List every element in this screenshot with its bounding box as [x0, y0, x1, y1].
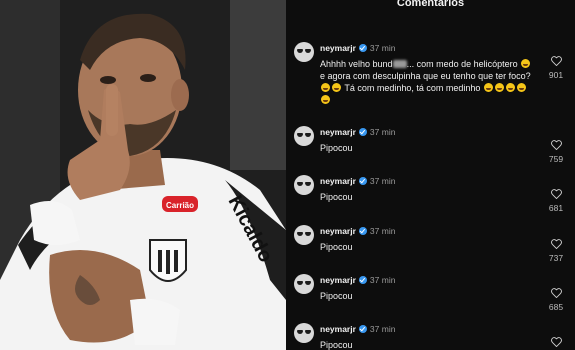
username[interactable]: neymarjr [320, 127, 356, 137]
username[interactable]: neymarjr [320, 324, 356, 334]
comment-time: 37 min [369, 43, 396, 53]
username[interactable]: neymarjr [320, 176, 356, 186]
heart-outline-icon[interactable] [550, 140, 562, 150]
laughing-emoji-icon [483, 83, 493, 92]
comment-text-part: e agora com desculpinha que eu tenho que… [320, 71, 531, 81]
comment-text-part: Tá com medinho, tá com medinho [342, 83, 483, 93]
heart-outline-icon[interactable] [550, 56, 562, 66]
comment-meta: neymarjr 37 min [320, 225, 395, 237]
laughing-emoji-icon [494, 83, 504, 92]
laughing-emoji-icon [521, 59, 531, 68]
censored-word [392, 60, 407, 68]
sunglasses-icon [297, 330, 311, 334]
comment-text: Pipocou [320, 340, 353, 350]
verified-badge-icon [358, 325, 367, 333]
comments-title: Comentários [396, 0, 465, 9]
username[interactable]: neymarjr [320, 275, 356, 285]
sunglasses-icon [297, 281, 311, 285]
comment-meta: neymarjr 37 min [320, 323, 395, 335]
sunglasses-icon [297, 133, 311, 137]
verified-badge-icon [358, 177, 367, 185]
laughing-emoji-icon [332, 83, 341, 92]
verified-badge-icon [358, 128, 367, 136]
jersey-badge-text: Carrião [166, 201, 194, 210]
sunglasses-icon [297, 232, 311, 236]
avatar[interactable] [294, 274, 314, 294]
comment-text: Pipocou [320, 291, 353, 301]
laughing-emoji-icon [505, 83, 515, 92]
laughing-emoji-icon [321, 83, 330, 92]
like-count: 685 [548, 302, 564, 312]
comment-text: Pipocou [320, 143, 353, 153]
like-group [545, 337, 567, 347]
laughing-emoji-icon [516, 83, 526, 92]
avatar[interactable] [294, 126, 314, 146]
comment-time: 37 min [369, 226, 396, 236]
verified-badge-icon [358, 44, 367, 52]
comment-time: 37 min [369, 324, 396, 334]
comment-text: Pipocou [320, 242, 353, 252]
verified-badge-icon [358, 276, 367, 284]
comment-meta: neymarjr 37 min [320, 274, 395, 286]
player-photo: Kicaldo Carrião [0, 0, 286, 350]
like-group: 681 [545, 189, 567, 213]
sunglasses-icon [297, 182, 311, 186]
comment-time: 37 min [369, 127, 396, 137]
heart-outline-icon[interactable] [550, 239, 562, 249]
like-count: 681 [548, 203, 564, 213]
sunglasses-icon [297, 49, 311, 53]
comment-time: 37 min [369, 176, 396, 186]
avatar[interactable] [294, 225, 314, 245]
heart-outline-icon[interactable] [550, 288, 562, 298]
avatar[interactable] [294, 42, 314, 62]
like-group: 737 [545, 239, 567, 263]
like-count: 737 [548, 253, 564, 263]
like-group: 685 [545, 288, 567, 312]
comment-text: Pipocou [320, 192, 353, 202]
like-count: 901 [548, 70, 564, 80]
heart-outline-icon[interactable] [550, 189, 562, 199]
like-count: 759 [548, 154, 564, 164]
heart-outline-icon[interactable] [550, 337, 562, 347]
like-group: 759 [545, 140, 567, 164]
comment-meta: neymarjr 37 min [320, 175, 395, 187]
username[interactable]: neymarjr [320, 226, 356, 236]
avatar[interactable] [294, 175, 314, 195]
comment-meta: neymarjr 37 min [320, 126, 395, 138]
laughing-emoji-icon [321, 95, 330, 104]
player-illustration: Kicaldo Carrião [0, 0, 286, 350]
comment-meta: neymarjr 37 min [320, 42, 395, 54]
comment-text-part: Ahhhh velho bund [320, 59, 393, 69]
username[interactable]: neymarjr [320, 43, 356, 53]
avatar[interactable] [294, 323, 314, 343]
verified-badge-icon [358, 227, 367, 235]
comments-panel: Comentários neymarjr 37 min Ahhhh velho b… [286, 0, 575, 350]
comment-text-part: ... com medo de helicóptero [406, 59, 521, 69]
comment-time: 37 min [369, 275, 396, 285]
like-group: 901 [545, 56, 567, 80]
comment-text: Ahhhh velho bund ... com medo de helicópt… [320, 58, 532, 106]
